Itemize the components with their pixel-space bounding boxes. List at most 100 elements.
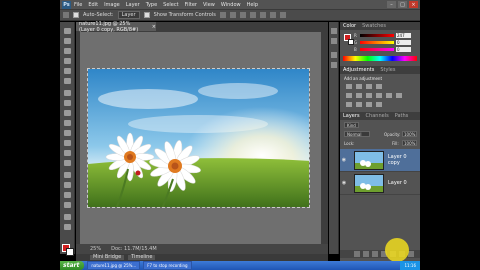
- align-bottom-icon[interactable]: [239, 12, 246, 18]
- quick-select-tool-icon[interactable]: [64, 58, 71, 64]
- clone-stamp-icon[interactable]: [64, 110, 71, 116]
- layer-row[interactable]: ◉ Layer 0: [340, 172, 420, 195]
- tab-adjustments[interactable]: Adjustments: [343, 67, 374, 73]
- exposure-icon[interactable]: [376, 84, 382, 89]
- black-white-icon[interactable]: [376, 93, 382, 98]
- vibrance-icon[interactable]: [346, 93, 352, 98]
- fill-value[interactable]: 100%: [402, 140, 418, 146]
- zoom-level[interactable]: 25%: [90, 246, 101, 252]
- crop-tool-icon[interactable]: [64, 68, 71, 74]
- menu-type[interactable]: Type: [146, 2, 157, 8]
- path-select-icon[interactable]: [64, 192, 71, 198]
- eraser-tool-icon[interactable]: [64, 130, 71, 136]
- pen-tool-icon[interactable]: [64, 172, 71, 178]
- taskbar-item-photoshop[interactable]: nature11.jpg @ 25%...: [87, 261, 141, 270]
- color-spectrum-bar[interactable]: [343, 56, 417, 61]
- opacity-value[interactable]: 100%: [402, 131, 418, 137]
- photoshop-logo: Ps: [62, 0, 71, 9]
- close-tab-icon[interactable]: ×: [152, 24, 156, 30]
- channel-mixer-icon[interactable]: [396, 93, 402, 98]
- tab-styles[interactable]: Styles: [380, 67, 395, 73]
- green-slider[interactable]: [360, 41, 394, 44]
- mask-icon[interactable]: [372, 251, 378, 257]
- blur-tool-icon[interactable]: [64, 150, 71, 156]
- character-panel-icon[interactable]: [331, 52, 337, 58]
- menu-view[interactable]: View: [203, 2, 215, 8]
- minimize-icon[interactable]: –: [387, 1, 396, 8]
- menu-window[interactable]: Window: [221, 2, 241, 8]
- distribute-icon[interactable]: [279, 12, 286, 18]
- curves-icon[interactable]: [366, 84, 372, 89]
- dodge-tool-icon[interactable]: [64, 160, 71, 166]
- tab-timeline[interactable]: Timeline: [128, 255, 156, 260]
- tab-layers[interactable]: Layers: [343, 113, 360, 119]
- healing-brush-icon[interactable]: [64, 90, 71, 96]
- menu-select[interactable]: Select: [163, 2, 178, 8]
- tab-swatches[interactable]: Swatches: [362, 23, 386, 29]
- posterize-icon[interactable]: [356, 102, 362, 107]
- properties-panel-icon[interactable]: [331, 38, 337, 44]
- color-balance-icon[interactable]: [366, 93, 372, 98]
- eyedropper-tool-icon[interactable]: [64, 78, 71, 84]
- menu-image[interactable]: Image: [104, 2, 120, 8]
- type-tool-icon[interactable]: [64, 182, 71, 188]
- background-color-swatch[interactable]: [66, 248, 74, 256]
- tab-channels[interactable]: Channels: [366, 113, 389, 119]
- brightness-contrast-icon[interactable]: [346, 84, 352, 89]
- align-center-icon[interactable]: [259, 12, 266, 18]
- start-button[interactable]: start: [60, 261, 85, 270]
- marquee-tool-icon[interactable]: [64, 38, 71, 44]
- threshold-icon[interactable]: [366, 102, 372, 107]
- tab-paths[interactable]: Paths: [395, 113, 409, 119]
- move-tool-icon[interactable]: [63, 12, 69, 18]
- fx-icon[interactable]: [363, 251, 369, 257]
- red-value[interactable]: 247: [396, 33, 411, 38]
- red-slider[interactable]: [360, 34, 394, 37]
- auto-select-checkbox[interactable]: [73, 12, 79, 18]
- levels-icon[interactable]: [356, 84, 362, 89]
- gradient-map-icon[interactable]: [376, 102, 382, 107]
- hue-saturation-icon[interactable]: [356, 93, 362, 98]
- brush-tool-icon[interactable]: [64, 100, 71, 106]
- menu-help[interactable]: Help: [247, 2, 258, 8]
- auto-select-dropdown[interactable]: Layer: [117, 11, 140, 19]
- blue-value[interactable]: 0: [396, 47, 411, 52]
- align-left-icon[interactable]: [249, 12, 256, 18]
- canvas-image[interactable]: [87, 68, 310, 208]
- tab-mini-bridge[interactable]: Mini Bridge: [90, 255, 125, 260]
- taskbar-item-recorder[interactable]: F7 to stop recording: [143, 261, 192, 270]
- status-bar: 25% Doc: 11.7M/15.4M: [76, 244, 328, 254]
- invert-icon[interactable]: [346, 102, 352, 107]
- document-tab[interactable]: nature11.jpg @ 25% (Layer 0 copy, RGB/8#…: [76, 21, 156, 33]
- maximize-icon[interactable]: □: [398, 1, 407, 8]
- history-brush-icon[interactable]: [64, 120, 71, 126]
- link-layers-icon[interactable]: [354, 251, 360, 257]
- menu-file[interactable]: File: [74, 2, 82, 8]
- layer-row[interactable]: ◉ Layer 0 copy: [340, 149, 420, 172]
- align-top-icon[interactable]: [219, 12, 226, 18]
- move-tool-icon[interactable]: [64, 28, 71, 34]
- align-right-icon[interactable]: [269, 12, 276, 18]
- gradient-tool-icon[interactable]: [64, 140, 71, 146]
- menu-edit[interactable]: Edit: [88, 2, 98, 8]
- close-icon[interactable]: ×: [409, 1, 418, 8]
- layer-filter-kind[interactable]: Kind: [344, 122, 359, 128]
- show-transform-checkbox[interactable]: [143, 12, 150, 18]
- blue-slider[interactable]: [360, 48, 394, 51]
- eye-icon[interactable]: ◉: [340, 180, 348, 186]
- menu-filter[interactable]: Filter: [185, 2, 197, 8]
- trash-icon[interactable]: [408, 251, 414, 257]
- eye-icon[interactable]: ◉: [340, 157, 348, 163]
- align-middle-icon[interactable]: [229, 12, 236, 18]
- photo-filter-icon[interactable]: [386, 93, 392, 98]
- history-panel-icon[interactable]: [331, 28, 337, 34]
- lasso-tool-icon[interactable]: [64, 48, 71, 54]
- blend-mode-dropdown[interactable]: Normal: [344, 131, 370, 137]
- zoom-tool-icon[interactable]: [64, 224, 71, 230]
- shape-tool-icon[interactable]: [64, 202, 71, 208]
- menu-layer[interactable]: Layer: [126, 2, 140, 8]
- tab-color[interactable]: Color: [343, 23, 356, 29]
- green-value[interactable]: 0: [396, 40, 411, 45]
- hand-tool-icon[interactable]: [64, 214, 71, 220]
- paragraph-panel-icon[interactable]: [331, 62, 337, 68]
